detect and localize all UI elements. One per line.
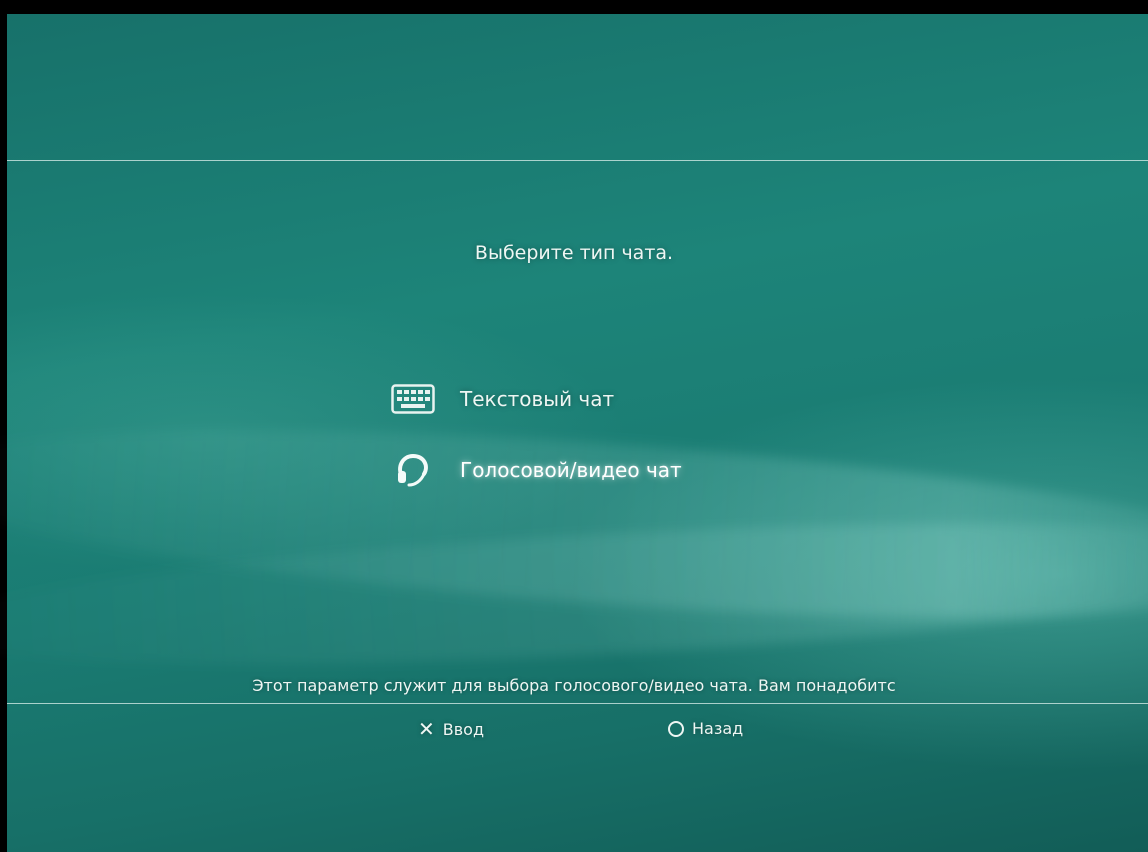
keyboard-icon xyxy=(388,381,438,417)
background xyxy=(0,14,1148,852)
back-hint[interactable]: Назад xyxy=(668,719,743,738)
enter-hint[interactable]: ✕ Ввод xyxy=(418,719,484,739)
bottom-divider xyxy=(7,703,1148,704)
option-label: Голосовой/видео чат xyxy=(460,458,682,482)
dialog-prompt: Выберите тип чата. xyxy=(474,242,674,264)
option-voice-video-chat[interactable]: Голосовой/видео чат xyxy=(388,452,682,488)
cross-button-icon: ✕ xyxy=(418,717,435,741)
ps3-chat-type-dialog: Выберите тип чата. Текстовый чат Голосов… xyxy=(0,0,1148,852)
enter-hint-label: Ввод xyxy=(442,719,485,739)
headset-icon xyxy=(388,452,438,488)
option-label: Текстовый чат xyxy=(460,387,615,411)
option-text-chat[interactable]: Текстовый чат xyxy=(388,381,614,417)
circle-button-icon xyxy=(668,720,684,737)
back-hint-label: Назад xyxy=(692,719,744,738)
option-description: Этот параметр служит для выбора голосово… xyxy=(252,676,896,695)
top-divider xyxy=(7,160,1148,161)
